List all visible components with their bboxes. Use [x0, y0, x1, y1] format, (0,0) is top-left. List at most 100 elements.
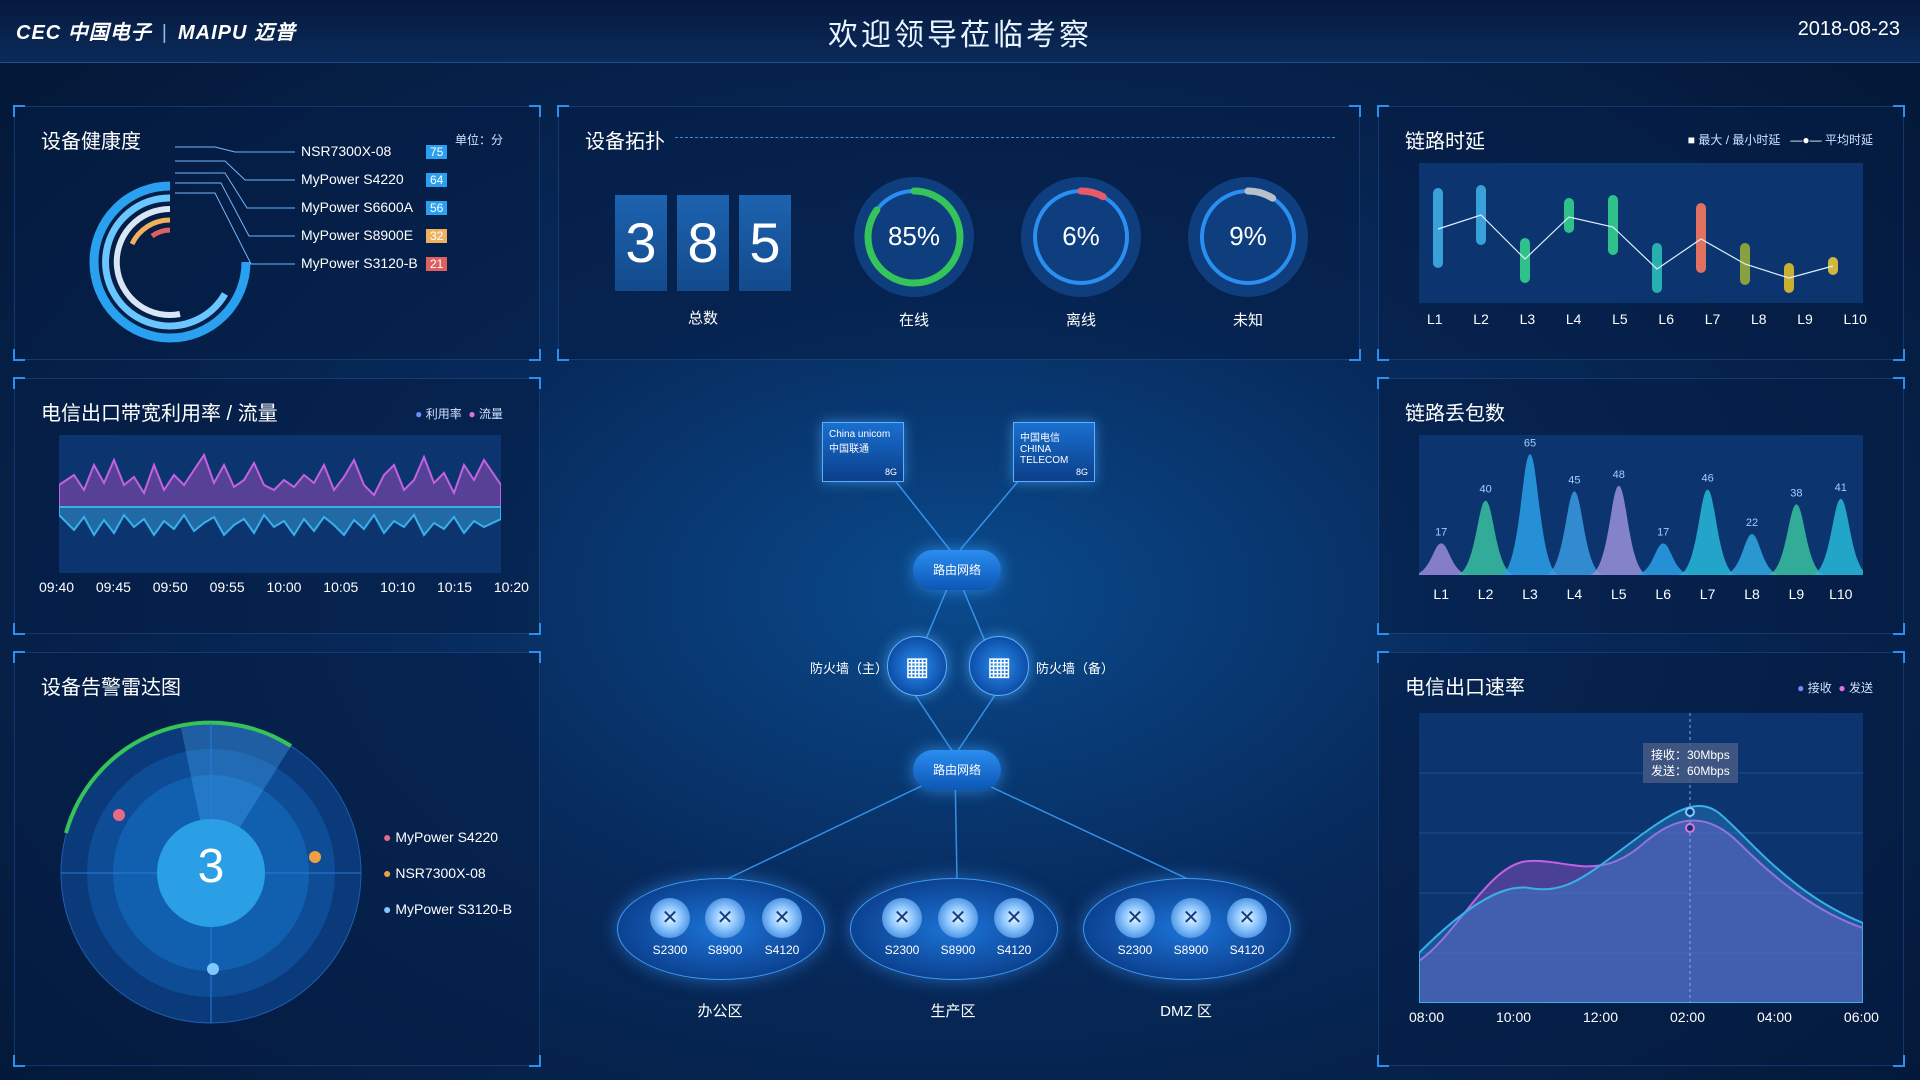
isp-telecom-node[interactable]: 中国电信 CHINA TELECOM 8G — [1013, 422, 1095, 482]
isp-unicom-node[interactable]: China unicom中国联通 8G — [822, 422, 904, 482]
switch-icon[interactable]: ✕ — [1227, 898, 1267, 938]
router-network-bottom[interactable]: 路由网络 — [913, 750, 1001, 790]
zone-production-label: 生产区 — [930, 1003, 976, 1020]
health-item: MyPower S8900E 32 — [301, 227, 448, 255]
total-digit: 5 — [739, 195, 791, 291]
zone-dmz-label: DMZ 区 — [1160, 1003, 1212, 1020]
rate-legend: ● 接收 ● 发送 — [1797, 681, 1873, 695]
loss-category-label: L4 — [1567, 586, 1583, 602]
loss-chart: 17 L1 40 L2 65 L3 45 L4 48 L5 17 L6 46 L7 22 L8 38 L9 41 L1… — [1419, 435, 1863, 602]
loss-category-label: L5 — [1611, 586, 1627, 602]
title-divider — [675, 137, 1335, 138]
loss-value-label: 17 — [1435, 526, 1447, 538]
bandwidth-legend: ● 利用率 ● 流量 — [415, 407, 503, 421]
latency-bar — [1608, 195, 1618, 255]
isp-badge: 8G — [884, 467, 897, 477]
unit-label: 单位：分 — [454, 133, 503, 147]
alarm-point — [309, 851, 321, 863]
loss-value-label: 38 — [1790, 487, 1802, 499]
unknown-label: 未知 — [1232, 312, 1263, 329]
online-percent: 85% — [887, 221, 941, 251]
isp-unicom-label: China unicom中国联通 — [829, 429, 891, 455]
isp-telecom-label: 中国电信 CHINA TELECOM — [1020, 433, 1069, 466]
switch-icon[interactable]: ✕ — [938, 898, 978, 938]
online-label: 在线 — [898, 312, 929, 329]
latency-x-axis: L1 L2 L3 L4 L5 L6 L7 L8 L9 L10 — [1427, 311, 1867, 327]
panel-title: 电信出口带宽利用率 / 流量 — [41, 403, 278, 425]
switch-label: S4120 — [1229, 943, 1265, 957]
total-label: 总数 — [687, 310, 718, 327]
switch-label: S2300 — [884, 943, 920, 957]
panel-title: 设备告警雷达图 — [41, 677, 181, 699]
latency-chart — [1419, 163, 1863, 303]
loss-category-label: L3 — [1522, 586, 1538, 602]
loss-category-label: L2 — [1478, 586, 1494, 602]
offline-percent: 6% — [1062, 221, 1100, 251]
send-point — [1685, 823, 1695, 833]
total-digit: 8 — [677, 195, 729, 291]
rate-x-axis: 08:00 10:00 12:00 02:00 04:00 06:00 — [1409, 1009, 1879, 1025]
panel-latency: 链路时延 ■ 最大 / 最小时延 —●— 平均时延 L1 L2 L3 L4 L5 L6 L7… — [1377, 105, 1905, 361]
offline-label: 离线 — [1065, 312, 1096, 329]
health-leader-lines — [175, 146, 295, 265]
panel-bandwidth: 电信出口带宽利用率 / 流量 ● 利用率 ● 流量 09:40 09:45 09:5… — [13, 377, 541, 635]
panel-title: 链路时延 — [1405, 131, 1485, 153]
panel-title: 设备健康度 — [41, 131, 141, 153]
receive-point — [1685, 807, 1695, 817]
switch-icon[interactable]: ✕ — [762, 898, 802, 938]
zone-office-label: 办公区 — [697, 1003, 743, 1020]
loss-category-label: L9 — [1789, 586, 1805, 602]
loss-category-label: L7 — [1700, 586, 1716, 602]
health-item: MyPower S3120-B 21 — [301, 255, 448, 283]
alarm-legend: ● MyPower S4220 ● NSR7300X-08 ● MyPower … — [383, 829, 513, 917]
loss-category-label: L8 — [1744, 586, 1760, 602]
isp-badge: 8G — [1075, 467, 1088, 477]
panel-egress-rate: 电信出口速率 ● 接收 ● 发送 接收：30Mbps 发送：60Mbps 08:… — [1377, 651, 1905, 1067]
switch-label: S8900 — [707, 943, 743, 957]
switch-icon[interactable]: ✕ — [705, 898, 745, 938]
panel-title: 电信出口速率 — [1405, 677, 1525, 699]
alarm-count: 3 — [197, 840, 225, 893]
latency-bar — [1520, 238, 1530, 283]
switch-icon[interactable]: ✕ — [650, 898, 690, 938]
bandwidth-x-axis: 09:40 09:45 09:50 09:55 10:00 10:05 10:10 10:15… — [39, 579, 529, 595]
alarm-point — [207, 963, 219, 975]
firewall-backup-icon[interactable]: ▦ — [969, 636, 1029, 696]
latency-bar — [1696, 203, 1706, 273]
switch-icon[interactable]: ✕ — [882, 898, 922, 938]
loss-value-label: 41 — [1835, 482, 1847, 494]
router-network-top[interactable]: 路由网络 — [913, 550, 1001, 590]
loss-category-label: L10 — [1829, 586, 1853, 602]
firewall-backup-label: 防火墙（备） — [1036, 661, 1115, 676]
loss-category-label: L6 — [1655, 586, 1671, 602]
rate-tooltip: 接收：30Mbps 发送：60Mbps — [1643, 743, 1738, 783]
panel-alarm-radar: 设备告警雷达图 3 ● MyPower S4220 ● NSR7300X-08 … — [13, 651, 541, 1067]
loss-value-label: 65 — [1524, 437, 1536, 449]
switch-label: S2300 — [1117, 943, 1153, 957]
panel-title: 设备拓扑 — [585, 131, 665, 153]
switch-label: S4120 — [764, 943, 800, 957]
switch-icon[interactable]: ✕ — [1115, 898, 1155, 938]
panel-topology-stats: 设备拓扑 3 8 5 总数 85% 6% 9% 在线 离线 未知 — [557, 105, 1361, 361]
alarm-point — [113, 809, 125, 821]
panel-packet-loss: 链路丢包数 17 L1 40 L2 65 L3 45 L4 48 L5 17 L6 46 L7 22 L8 38… — [1377, 377, 1905, 635]
switch-label: S4120 — [996, 943, 1032, 957]
latency-bar — [1564, 198, 1574, 233]
rate-chart — [1419, 713, 1863, 1003]
latency-legend: ■ 最大 / 最小时延 —●— 平均时延 — [1687, 133, 1873, 147]
loss-value-label: 45 — [1568, 474, 1580, 486]
bandwidth-chart — [59, 435, 501, 573]
loss-value-label: 22 — [1746, 517, 1758, 529]
loss-value-label: 40 — [1479, 484, 1491, 496]
firewall-main-label: 防火墙（主） — [810, 661, 889, 676]
health-item: MyPower S4220 64 — [301, 171, 448, 199]
panel-title: 链路丢包数 — [1405, 403, 1505, 425]
switch-icon[interactable]: ✕ — [1171, 898, 1211, 938]
switch-icon[interactable]: ✕ — [994, 898, 1034, 938]
page-title: 欢迎领导莅临考察 — [828, 19, 1092, 52]
switch-label: S2300 — [652, 943, 688, 957]
loss-value-label: 46 — [1701, 473, 1713, 485]
firewall-main-icon[interactable]: ▦ — [887, 636, 947, 696]
loss-category-label: L1 — [1433, 586, 1449, 602]
date-display: 2018-08-23 — [1797, 18, 1900, 40]
